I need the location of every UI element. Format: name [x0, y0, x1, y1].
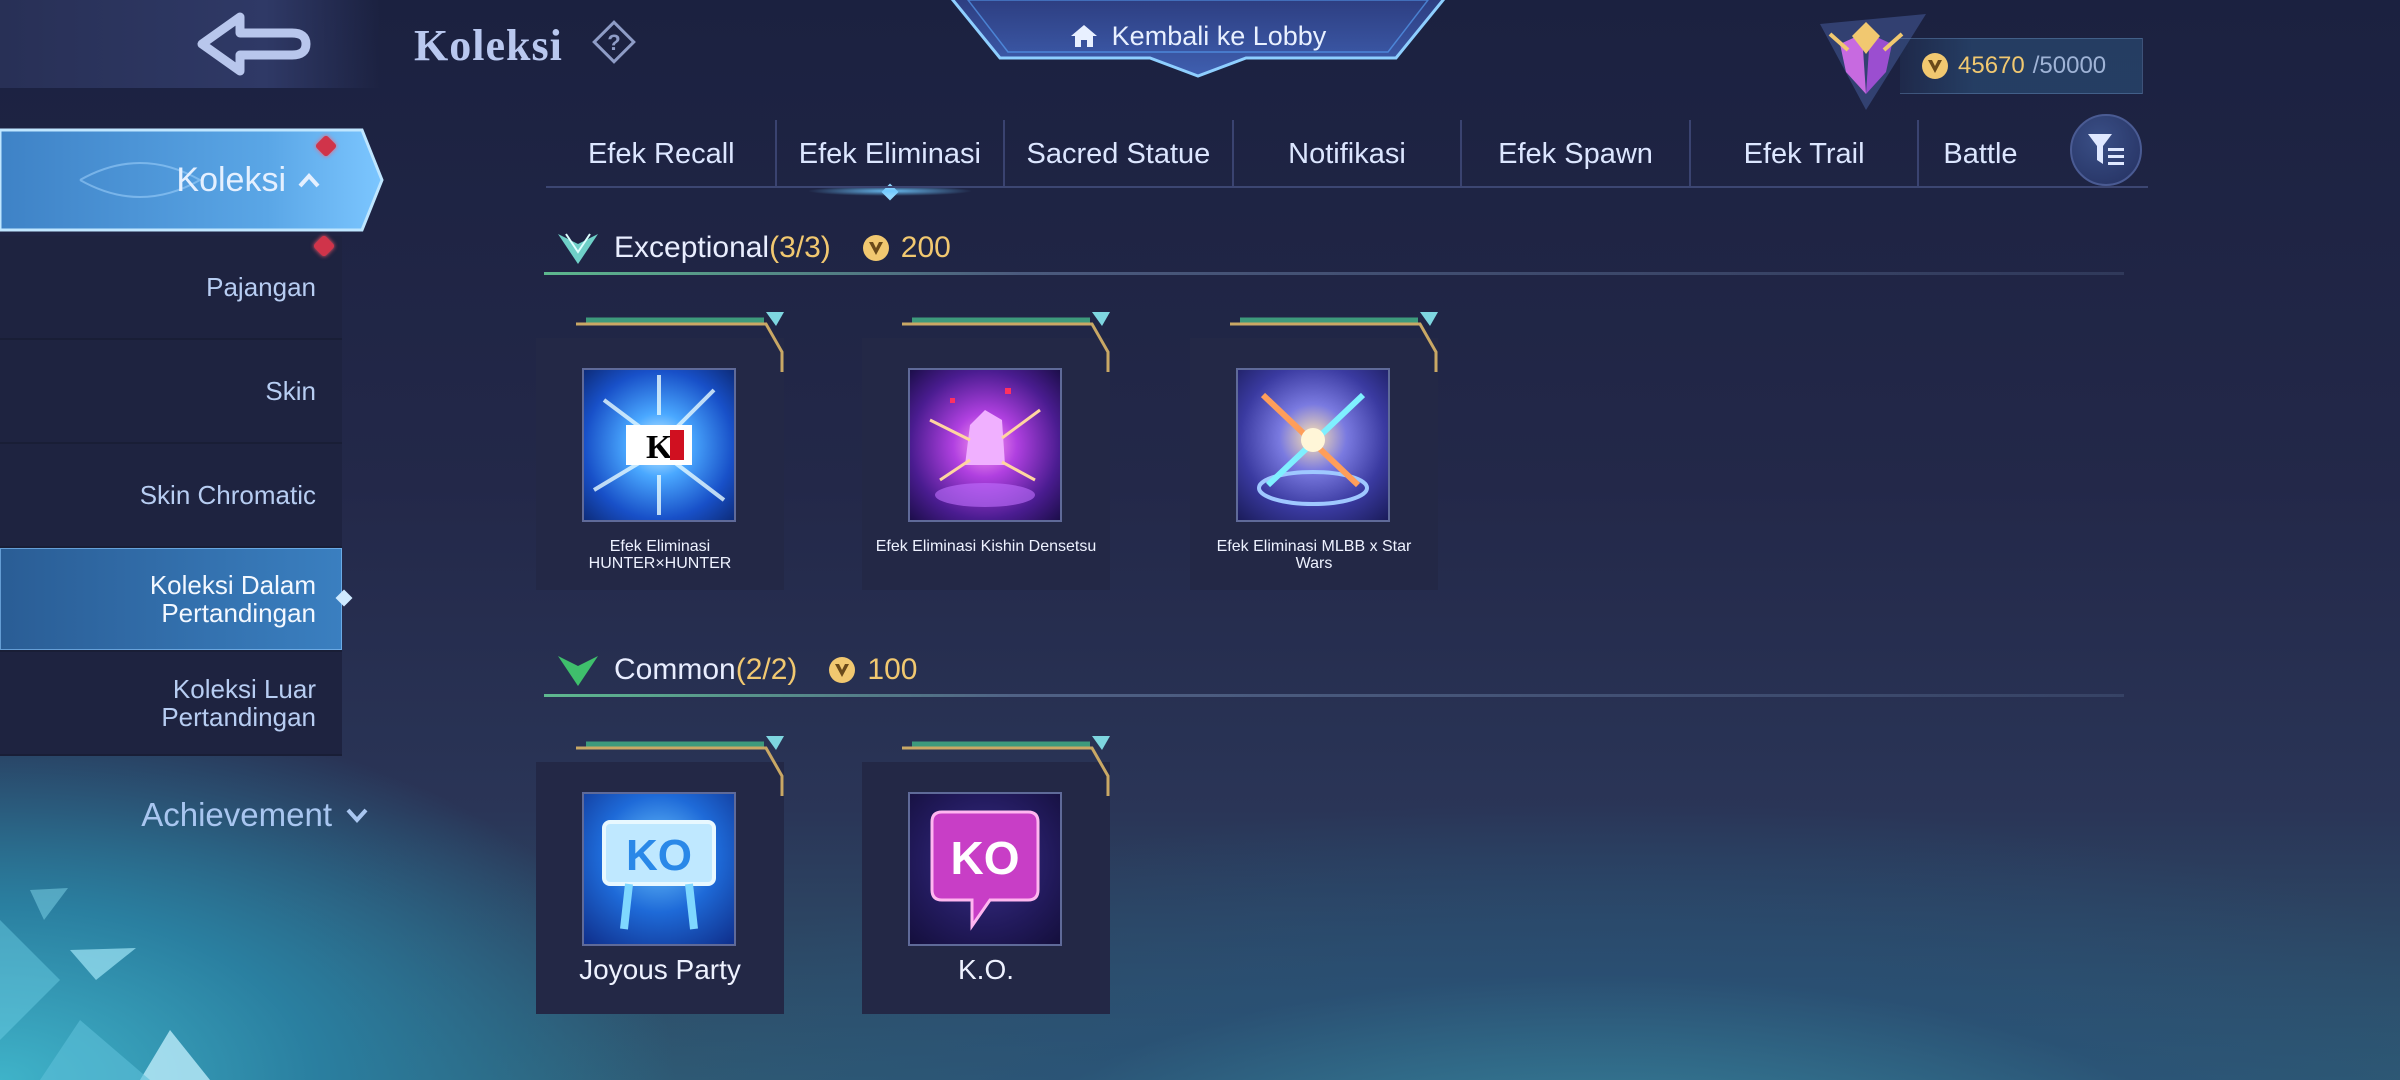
- section-title: Exceptional: [614, 231, 770, 264]
- filter-icon: [2088, 134, 2124, 165]
- help-icon[interactable]: ?: [592, 20, 636, 64]
- sidebar-item-koleksi-dalam-pertandingan[interactable]: Koleksi Dalam Pertandingan: [0, 548, 353, 652]
- ko-shatter-icon: K: [582, 368, 736, 522]
- collection-card[interactable]: Efek Eliminasi Kishin Densetsu: [862, 312, 1110, 590]
- section-title: Common: [614, 653, 736, 686]
- ko-bubble-icon: KO: [908, 792, 1062, 946]
- lobby-label: Kembali ke Lobby: [1111, 20, 1327, 51]
- lobby-button[interactable]: Kembali ke Lobby: [948, 0, 1448, 72]
- rarity-emblem-icon: [558, 233, 598, 264]
- card-frame: [576, 736, 784, 796]
- card-name: Efek Eliminasi Kishin Densetsu: [875, 538, 1097, 555]
- sidebar-achievement[interactable]: Achievement: [118, 790, 368, 840]
- collection-card[interactable]: KO Joyous Party: [536, 736, 784, 1014]
- sidebar-list: Pajangan Skin Skin Chromatic Koleksi Dal…: [0, 234, 353, 756]
- sidebar-item-skin[interactable]: Skin: [0, 340, 342, 444]
- svg-text:?: ?: [607, 30, 620, 55]
- tab-efek-trail[interactable]: Efek Trail: [1691, 120, 1920, 188]
- sidebar-item-label: Pajangan: [206, 272, 316, 302]
- section-header-exceptional: Exceptional(3/3) 200: [556, 224, 951, 272]
- section-header-common: Common(2/2) 100: [556, 646, 917, 694]
- tab-label: Notifikasi: [1288, 137, 1406, 170]
- svg-text:K: K: [646, 429, 673, 466]
- sidebar-item-skin-chromatic[interactable]: Skin Chromatic: [0, 444, 342, 548]
- sidebar-koleksi-active[interactable]: Koleksi: [0, 126, 384, 234]
- card-name: Joyous Party: [579, 954, 741, 985]
- chevron-up-icon: [298, 173, 320, 188]
- currency-max: /50000: [2032, 52, 2107, 79]
- notification-badge: [312, 234, 336, 258]
- currency-value: 45670: [1958, 52, 2025, 79]
- sidebar-item-pajangan[interactable]: Pajangan: [0, 234, 342, 340]
- section-count: (2/2): [735, 653, 798, 686]
- card-frame: [902, 736, 1110, 796]
- battle-point-icon: [1922, 53, 1948, 79]
- sidebar-koleksi-label: Koleksi: [176, 160, 286, 199]
- crossed-sabers-icon: [1236, 368, 1390, 522]
- sidebar-item-label: Koleksi Dalam Pertandingan: [149, 570, 316, 628]
- collection-card[interactable]: K Efek Eliminasi HUNTER×HUNTER: [536, 312, 784, 590]
- currency-display: 45670/50000: [1900, 38, 2143, 94]
- filter-button[interactable]: [2070, 114, 2142, 186]
- tab-label: Battle: [1943, 137, 2018, 170]
- back-arrow-icon: [197, 12, 311, 76]
- section-divider: [544, 272, 2124, 275]
- active-indicator: [335, 589, 353, 607]
- rarity-emblem-icon: [558, 656, 598, 686]
- tab-efek-eliminasi[interactable]: Efek Eliminasi: [777, 120, 1006, 201]
- sidebar-item-label: Koleksi Luar Pertandingan: [161, 674, 316, 732]
- card-name: Efek Eliminasi HUNTER×HUNTER: [588, 538, 732, 572]
- card-frame: [902, 312, 1110, 372]
- collection-card[interactable]: Efek Eliminasi MLBB x Star Wars: [1190, 312, 1438, 590]
- tab-sacred-statue[interactable]: Sacred Statue: [1005, 120, 1234, 188]
- battle-point-icon: [829, 657, 856, 683]
- tab-divider: [546, 186, 2148, 188]
- chevron-down-icon: [346, 808, 368, 823]
- sidebar-item-label: Skin: [265, 376, 316, 406]
- home-icon: [1070, 25, 1097, 47]
- tab-efek-spawn[interactable]: Efek Spawn: [1462, 120, 1691, 188]
- section-count: (3/3): [769, 231, 831, 264]
- card-frame: [576, 312, 784, 372]
- card-name: K.O.: [957, 954, 1014, 985]
- tab-label: Efek Spawn: [1498, 137, 1653, 170]
- section-cost: 100: [867, 653, 918, 686]
- crystal-decoration: [0, 888, 210, 1080]
- collection-card[interactable]: KO K.O.: [862, 736, 1110, 1014]
- section-divider: [544, 694, 2124, 697]
- card-name: Efek Eliminasi MLBB x Star Wars: [1216, 538, 1412, 572]
- ko-sign-icon: KO: [582, 792, 736, 946]
- back-button[interactable]: [190, 8, 320, 80]
- svg-text:KO: KO: [626, 831, 692, 880]
- tab-label: Efek Eliminasi: [798, 137, 981, 170]
- battle-point-icon: [862, 235, 889, 261]
- card-frame: [1230, 312, 1438, 372]
- tab-bar: Efek Recall Efek Eliminasi Sacred Statue…: [548, 120, 2148, 201]
- sidebar-item-koleksi-luar-pertandingan[interactable]: Koleksi Luar Pertandingan: [0, 652, 342, 756]
- page-title: Koleksi: [414, 21, 563, 70]
- purple-fist-icon: [908, 368, 1062, 522]
- tab-label: Efek Recall: [587, 137, 735, 170]
- sidebar-item-label: Skin Chromatic: [139, 480, 316, 510]
- achievement-label: Achievement: [141, 796, 332, 833]
- svg-text:KO: KO: [951, 832, 1020, 884]
- tab-label: Sacred Statue: [1026, 137, 1211, 170]
- tab-label: Efek Trail: [1743, 137, 1865, 170]
- section-cost: 200: [900, 231, 951, 264]
- tab-efek-recall[interactable]: Efek Recall: [548, 120, 777, 188]
- tab-notifikasi[interactable]: Notifikasi: [1234, 120, 1463, 188]
